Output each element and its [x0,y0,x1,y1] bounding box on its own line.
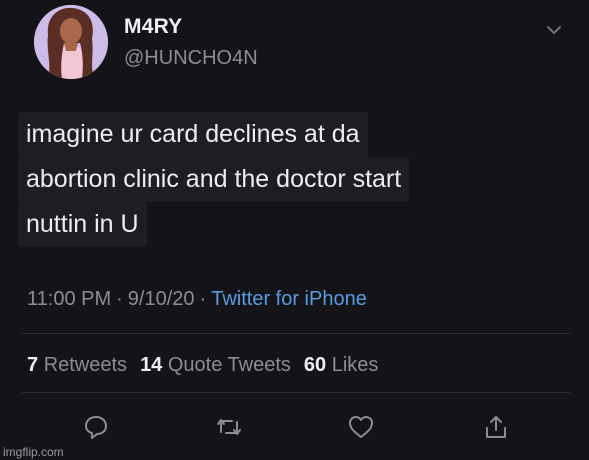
retweet-icon [217,419,241,435]
quotes-count: 14 [140,354,163,376]
avatar[interactable] [34,5,108,79]
tweet-card: M4RY @HUNCHO4N imagine ur card declines … [0,0,589,460]
tweet-date[interactable]: 9/10/20 [128,288,195,310]
likes-stat[interactable]: 60 Likes [304,354,379,376]
reply-icon [85,416,107,439]
share-icon [486,416,506,438]
tweet-text-line: nuttin in U [18,202,147,247]
like-button[interactable] [346,412,376,442]
separator: · [116,288,123,310]
retweet-button[interactable] [214,412,244,442]
quotes-label: Quote Tweets [167,354,291,376]
tweet-meta: 11:00 PM · 9/10/20 · Twitter for iPhone [27,288,367,311]
avatar-illustration-icon [34,5,108,79]
watermark: imgflip.com [3,445,64,459]
tweet-text: imagine ur card declines at da abortion … [18,112,564,247]
tweet-source-link[interactable]: Twitter for iPhone [211,288,367,310]
share-button[interactable] [481,412,511,442]
tweet-stats: 7 Retweets 14 Quote Tweets 60 Likes [27,354,391,377]
likes-label: Likes [331,354,379,376]
display-name[interactable]: M4RY [124,15,182,39]
tweet-text-line: imagine ur card declines at da [18,112,368,157]
likes-count: 60 [303,354,327,376]
action-bar [0,412,589,448]
retweets-label: Retweets [43,354,128,376]
retweets-count: 7 [27,354,39,376]
tweet-time[interactable]: 11:00 PM [27,288,111,310]
retweets-stat[interactable]: 7 Retweets [27,354,127,376]
tweet-text-line: abortion clinic and the doctor start [18,157,410,202]
user-handle[interactable]: @HUNCHO4N [124,47,258,70]
chevron-down-icon[interactable] [545,24,563,36]
quotes-stat[interactable]: 14 Quote Tweets [140,354,291,376]
separator: · [199,288,207,310]
divider [22,392,570,393]
reply-button[interactable] [81,412,111,442]
divider [22,333,570,334]
like-icon [349,416,373,438]
